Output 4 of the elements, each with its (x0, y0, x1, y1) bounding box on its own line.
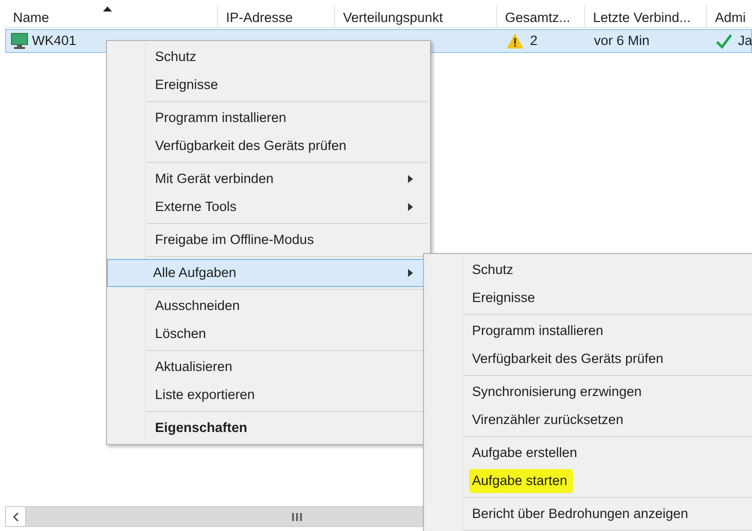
cell-text: WK401 (32, 32, 76, 50)
cell-text: 2 (530, 32, 538, 50)
cell-text: Ja (738, 32, 752, 50)
cell-text: vor 6 Min (594, 32, 650, 50)
